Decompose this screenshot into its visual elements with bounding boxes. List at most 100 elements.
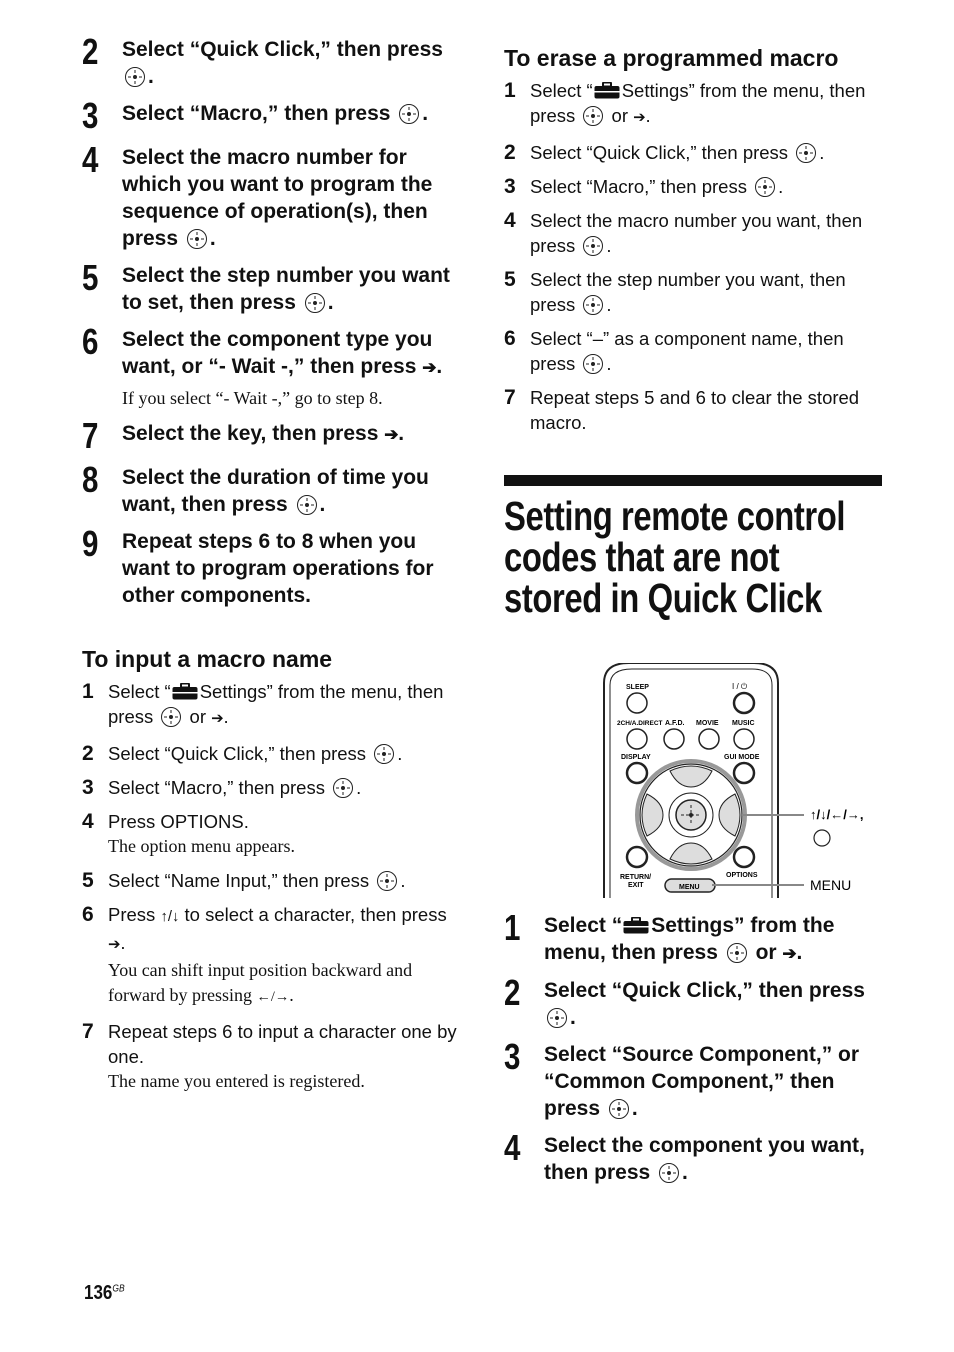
macro-name-heading: To input a macro name	[82, 646, 333, 672]
period: .	[570, 1006, 576, 1029]
step-3: 3 Select “Macro,” then press .	[82, 95, 467, 136]
region-code: GB	[112, 1283, 125, 1295]
period: .	[223, 706, 229, 727]
step-text-pre: Select “	[530, 80, 593, 101]
erase-macro-heading: To erase a programmed macro	[504, 45, 839, 71]
step-text: Select “Quick Click,” then press	[122, 38, 443, 61]
enter-callout-icon	[813, 829, 831, 847]
return-button	[625, 845, 649, 869]
sleep-label: SLEEP	[626, 684, 649, 691]
step-text: Select the step number you want to set, …	[122, 264, 450, 314]
enter-button-icon	[583, 236, 604, 256]
enter-button-icon	[374, 744, 395, 764]
toolbox-settings-icon	[623, 917, 649, 934]
exit-label: EXIT	[628, 882, 644, 889]
display-button	[625, 761, 649, 785]
step-number: 1	[82, 680, 94, 703]
options-button	[732, 845, 756, 869]
enter-button-icon	[755, 177, 776, 197]
2ch-button	[626, 728, 648, 750]
right-arrow-icon: ➔	[782, 944, 797, 963]
period: .	[645, 105, 651, 126]
macro-name-step-3: 3 Select “Macro,” then press .	[82, 775, 467, 800]
period: .	[289, 985, 294, 1005]
step-number: 3	[504, 175, 516, 198]
period: .	[327, 291, 334, 314]
period: .	[148, 65, 154, 88]
period: .	[398, 422, 405, 445]
step-text: Select “–” as a component name, then pre…	[530, 328, 844, 374]
step-number: 3	[82, 95, 99, 136]
quickclick-step-2: 2 Select “Quick Click,” then press .	[504, 975, 882, 1031]
step-4: 4 Select the macro number for which you …	[82, 142, 467, 252]
step-text: Select “Quick Click,” then press	[544, 979, 865, 1002]
step-7: 7 Select the key, then press ➔.	[82, 415, 467, 456]
step-text: Press	[108, 904, 156, 925]
period: .	[631, 1097, 638, 1120]
enter-button-icon	[547, 1008, 567, 1028]
period: .	[436, 355, 443, 378]
step-text: Select the duration of time you want, th…	[122, 466, 429, 516]
page-number: 136GB	[84, 1282, 125, 1305]
step-text: Select “Source Component,” or “Common Co…	[544, 1043, 860, 1120]
step-number: 6	[82, 903, 94, 926]
step-number: 3	[504, 1036, 521, 1077]
step-text: Select the macro number you want, then p…	[530, 210, 863, 256]
step-text-pre: Select “	[544, 914, 623, 937]
step-text: Select the step number you want, then pr…	[530, 269, 846, 315]
step-number: 4	[504, 209, 516, 232]
erase-step-6: 6 Select “–” as a component name, then p…	[504, 326, 882, 376]
right-arrow-icon: ➔	[211, 711, 224, 727]
period: .	[397, 743, 403, 764]
quickclick-step-1: 1 Select “Settings” from the menu, then …	[504, 907, 882, 967]
step-2: 2 Select “Quick Click,” then press .	[82, 34, 467, 90]
period: .	[120, 932, 126, 953]
step-number: 1	[504, 907, 521, 948]
step-note: The name you entered is registered.	[108, 1071, 365, 1091]
return-label: RETURN/	[620, 874, 651, 881]
enter-button-icon	[125, 67, 145, 87]
step-text: Select the component you want, then pres…	[544, 1134, 865, 1184]
toolbox-settings-icon	[594, 82, 620, 99]
period: .	[778, 176, 784, 197]
erase-step-4: 4 Select the macro number you want, then…	[504, 208, 882, 258]
enter-button-icon	[333, 778, 354, 798]
enter-button-icon	[659, 1163, 680, 1183]
right-arrow-icon: ➔	[633, 110, 646, 126]
options-label: OPTIONS	[726, 872, 758, 879]
macro-name-step-1: 1 Select “Settings” from the menu, then …	[82, 679, 467, 732]
left-right-arrow-icon: ←/→	[256, 989, 290, 1005]
step-number: 1	[504, 79, 516, 102]
step-number: 5	[82, 869, 94, 892]
period: .	[319, 493, 326, 516]
period: .	[606, 294, 612, 315]
remote-illustration: SLEEP I / ⏻ 2CH/A.DIRECT A.F.D. MOVIE MU…	[504, 663, 882, 898]
step-number: 6	[82, 321, 99, 362]
step-number: 5	[82, 257, 99, 298]
afd-button	[663, 728, 685, 750]
movie-button	[698, 728, 720, 750]
menu-label: MENU	[679, 884, 700, 891]
2ch-label: 2CH/A.DIRECT	[617, 720, 663, 727]
step-text: Select “Macro,” then press	[108, 777, 325, 798]
step-6: 6 Select the component type you want, or…	[82, 321, 467, 410]
power-label: I / ⏻	[732, 682, 748, 691]
period: .	[682, 1161, 688, 1184]
period: .	[819, 142, 825, 163]
step-text: Select the key, then press	[122, 422, 379, 445]
enter-button-icon	[377, 871, 398, 891]
step-number: 7	[82, 415, 99, 456]
macro-name-step-4: 4 Press OPTIONS. The option menu appears…	[82, 809, 467, 859]
step-number: 5	[504, 268, 516, 291]
step-text: to select a character, then press	[184, 904, 447, 925]
section-rule	[504, 475, 882, 486]
gui-mode-button	[732, 761, 756, 785]
step-note: If you select “- Wait -,” go to step 8.	[122, 388, 383, 408]
music-button	[733, 728, 755, 750]
step-5: 5 Select the step number you want to set…	[82, 257, 467, 316]
erase-step-1: 1 Select “Settings” from the menu, then …	[504, 78, 882, 131]
right-column: To erase a programmed macro 1 Select “Se…	[504, 44, 882, 1196]
gui-mode-label: GUI MODE	[724, 754, 760, 761]
step-note: The option menu appears.	[108, 836, 295, 856]
step-text: Select the component type you want, or “…	[122, 328, 433, 378]
